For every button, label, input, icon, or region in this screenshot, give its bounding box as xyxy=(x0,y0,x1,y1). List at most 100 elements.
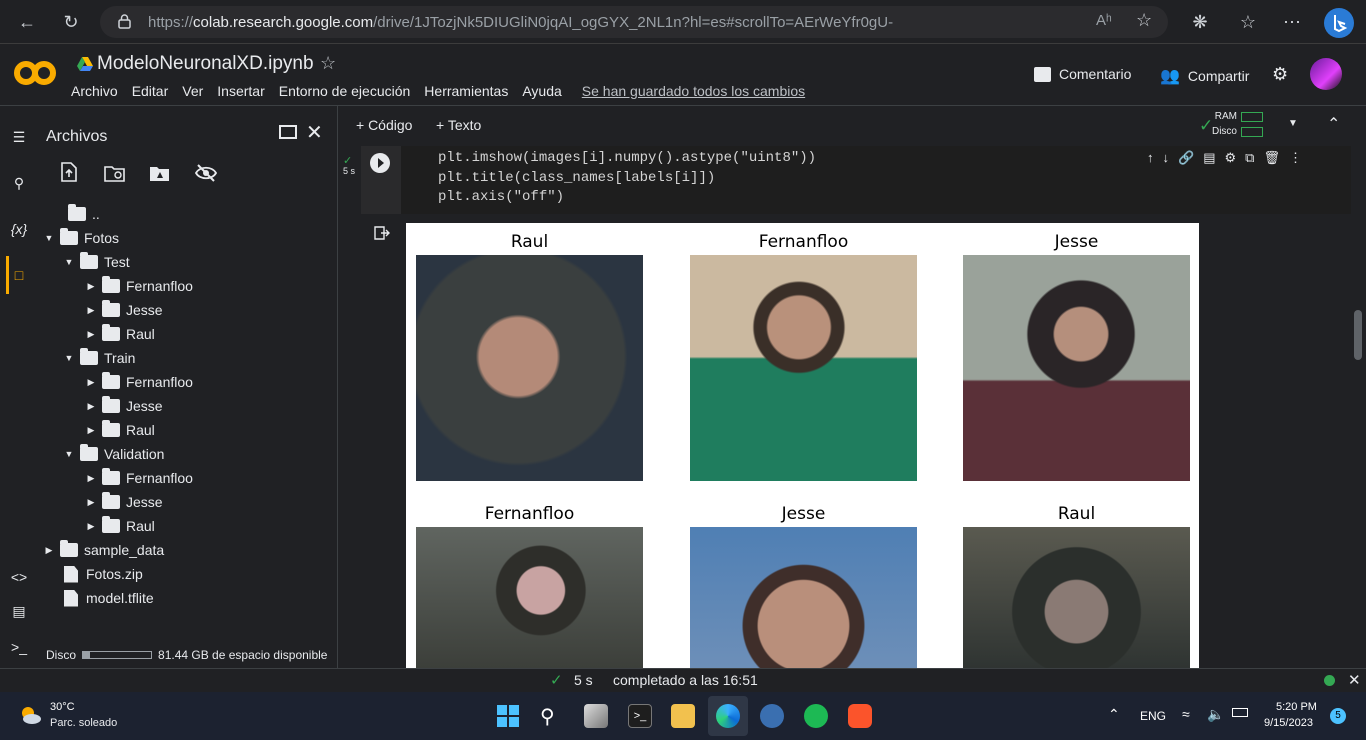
menu-insertar[interactable]: Insertar xyxy=(217,83,264,99)
more-options-icon[interactable]: ⋯ xyxy=(1280,10,1304,34)
saved-status[interactable]: Se han guardado todos los cambios xyxy=(582,83,805,99)
file-explorer-icon[interactable] xyxy=(671,704,695,728)
disk-meter[interactable] xyxy=(1241,127,1263,137)
mount-drive-icon[interactable] xyxy=(149,164,171,182)
favorite-star-icon[interactable]: ☆ xyxy=(1136,10,1152,31)
tree-item-train[interactable]: ▼ Train xyxy=(62,346,135,370)
caret-right-icon[interactable]: ▶ xyxy=(84,401,98,412)
colab-logo[interactable] xyxy=(14,58,56,88)
menu-entorno[interactable]: Entorno de ejecución xyxy=(279,83,411,99)
add-code-button[interactable]: + Código xyxy=(356,117,412,133)
caret-down-icon[interactable]: ▼ xyxy=(62,353,76,363)
variables-icon[interactable]: {x} xyxy=(8,218,30,240)
status-close-icon[interactable]: ✕ xyxy=(1348,671,1361,689)
lock-icon[interactable] xyxy=(118,14,131,29)
tree-item-validation-jesse[interactable]: ▶ Jesse xyxy=(84,490,163,514)
status-completed[interactable]: completado a las 16:51 xyxy=(613,672,758,688)
notebook-title[interactable]: ModeloNeuronalXD.ipynb xyxy=(97,53,314,75)
run-cell-button[interactable] xyxy=(370,153,390,173)
spotify-icon[interactable] xyxy=(804,704,828,728)
taskbar-search-icon[interactable]: ⚲ xyxy=(540,704,564,728)
tree-item-train-raul[interactable]: ▶ Raul xyxy=(84,418,155,442)
refresh-folder-icon[interactable] xyxy=(104,164,126,182)
edge-browser-icon[interactable] xyxy=(716,704,740,728)
tree-item-sample-data[interactable]: ▶ sample_data xyxy=(42,538,164,562)
runtime-dropdown-icon[interactable]: ▼ xyxy=(1288,118,1298,129)
move-up-icon[interactable]: ↑ xyxy=(1147,150,1154,166)
tree-item-test[interactable]: ▼ Test xyxy=(62,250,130,274)
battery-icon[interactable] xyxy=(1232,708,1248,717)
tree-item-train-jesse[interactable]: ▶ Jesse xyxy=(84,394,163,418)
app-icon[interactable] xyxy=(760,704,784,728)
tree-item-parent[interactable]: .. xyxy=(64,202,100,226)
bing-icon[interactable] xyxy=(1324,8,1354,38)
table-of-contents-icon[interactable]: ☰ xyxy=(8,126,30,148)
address-bar[interactable]: https://colab.research.google.com/drive/… xyxy=(100,6,1168,38)
terminal-icon[interactable]: >_ xyxy=(8,636,30,658)
tree-item-test-raul[interactable]: ▶ Raul xyxy=(84,322,155,346)
delete-icon[interactable]: 🗑 xyxy=(1263,150,1280,166)
caret-right-icon[interactable]: ▶ xyxy=(84,497,98,508)
code-cell[interactable]: plt.imshow(images[i].numpy().astype("uin… xyxy=(361,146,1351,214)
menu-editar[interactable]: Editar xyxy=(132,83,169,99)
comment-button[interactable]: Comentario xyxy=(1034,66,1131,82)
caret-right-icon[interactable]: ▶ xyxy=(42,545,56,556)
scrollbar[interactable] xyxy=(1354,310,1362,360)
wifi-icon[interactable]: ≈ xyxy=(1182,706,1190,722)
reload-icon[interactable]: ↻ xyxy=(59,10,83,34)
upload-file-icon[interactable] xyxy=(60,162,78,182)
url-text[interactable]: https://colab.research.google.com/drive/… xyxy=(148,14,893,31)
windows-start-icon[interactable] xyxy=(496,704,520,728)
share-button[interactable]: 👥 Compartir xyxy=(1160,66,1249,86)
command-palette-icon[interactable]: ▤ xyxy=(8,600,30,622)
settings-gear-icon[interactable]: ⚙ xyxy=(1272,64,1288,85)
menu-herramientas[interactable]: Herramientas xyxy=(424,83,508,99)
code-snippets-icon[interactable]: <> xyxy=(8,566,30,588)
hide-files-icon[interactable] xyxy=(194,164,218,182)
collapse-header-icon[interactable]: ⌃ xyxy=(1327,114,1340,134)
cell-settings-icon[interactable]: ⚙ xyxy=(1224,150,1236,166)
comment-icon[interactable]: ▤ xyxy=(1203,150,1215,166)
avatar[interactable] xyxy=(1310,58,1342,90)
caret-right-icon[interactable]: ▶ xyxy=(84,473,98,484)
caret-right-icon[interactable]: ▶ xyxy=(84,329,98,340)
terminal-app-icon[interactable]: >_ xyxy=(628,704,652,728)
more-vert-icon[interactable]: ⋮ xyxy=(1289,150,1302,166)
move-down-icon[interactable]: ↓ xyxy=(1163,150,1170,166)
link-icon[interactable]: 🔗 xyxy=(1178,150,1194,166)
tree-item-test-fernanfloo[interactable]: ▶ Fernanfloo xyxy=(84,274,193,298)
caret-right-icon[interactable]: ▶ xyxy=(84,281,98,292)
read-aloud-icon[interactable]: Aʰ xyxy=(1096,12,1112,29)
menu-ver[interactable]: Ver xyxy=(182,83,203,99)
star-icon[interactable]: ☆ xyxy=(320,53,336,74)
back-icon[interactable]: ← xyxy=(15,10,39,34)
extensions-icon[interactable]: ❋ xyxy=(1188,10,1212,34)
caret-down-icon[interactable]: ▼ xyxy=(62,449,76,459)
caret-down-icon[interactable]: ▼ xyxy=(42,233,56,243)
tree-item-validation[interactable]: ▼ Validation xyxy=(62,442,164,466)
files-folder-icon[interactable]: □ xyxy=(8,264,30,286)
brave-icon[interactable] xyxy=(848,704,872,728)
search-icon[interactable]: ⚲ xyxy=(8,172,30,194)
task-view-icon[interactable] xyxy=(584,704,608,728)
menu-archivo[interactable]: Archivo xyxy=(71,83,118,99)
open-in-tab-icon[interactable] xyxy=(279,125,297,139)
tree-item-fotos-zip[interactable]: Fotos.zip xyxy=(58,562,143,586)
code-editor[interactable]: plt.imshow(images[i].numpy().astype("uin… xyxy=(438,149,816,208)
caret-right-icon[interactable]: ▶ xyxy=(84,305,98,316)
tree-item-train-fernanfloo[interactable]: ▶ Fernanfloo xyxy=(84,370,193,394)
tree-item-model-tflite[interactable]: model.tflite xyxy=(58,586,154,610)
output-menu-icon[interactable] xyxy=(374,226,390,240)
ram-meter[interactable] xyxy=(1241,112,1263,122)
language-indicator[interactable]: ENG xyxy=(1140,709,1166,723)
volume-icon[interactable]: 🔈 xyxy=(1207,706,1224,723)
clock-date[interactable]: 9/15/2023 xyxy=(1264,717,1313,729)
tree-item-validation-fernanfloo[interactable]: ▶ Fernanfloo xyxy=(84,466,193,490)
mirror-cell-icon[interactable]: ⧉ xyxy=(1245,150,1254,166)
weather-icon[interactable] xyxy=(18,704,42,726)
caret-right-icon[interactable]: ▶ xyxy=(84,425,98,436)
favorites-list-icon[interactable]: ☆ xyxy=(1236,10,1260,34)
tree-item-test-jesse[interactable]: ▶ Jesse xyxy=(84,298,163,322)
caret-right-icon[interactable]: ▶ xyxy=(84,521,98,532)
clock-time[interactable]: 5:20 PM xyxy=(1276,701,1317,713)
